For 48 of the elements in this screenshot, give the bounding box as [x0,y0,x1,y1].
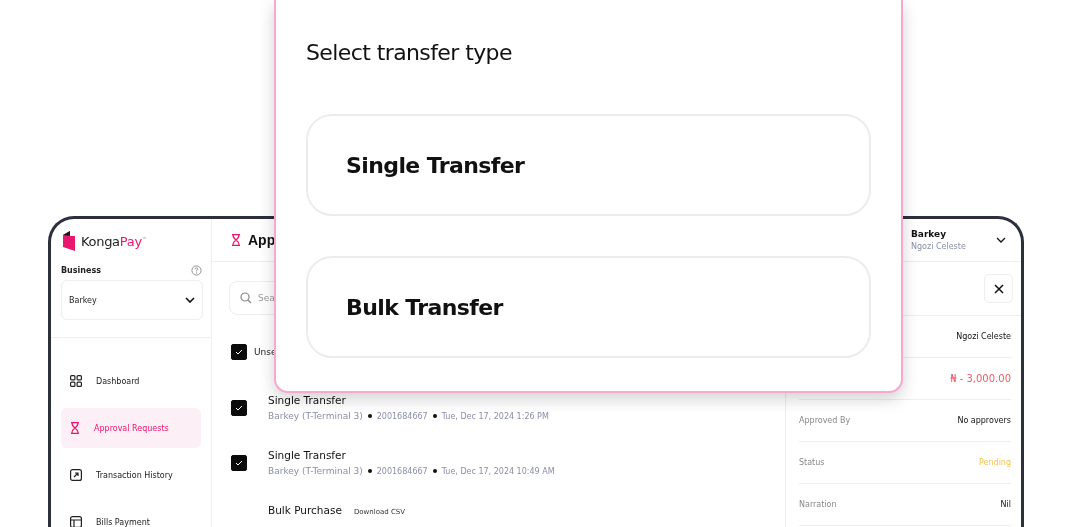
request-title: Single Transfer [268,394,346,406]
hourglass-icon [231,234,241,246]
request-time: Tue, Dec 17, 2024 1:26 PM [441,411,549,421]
nav-item[interactable]: Approval Requests [61,408,201,448]
request-time: Tue, Dec 17, 2024 10:49 AM [441,466,555,476]
detail-label: Approved By [799,416,851,425]
search-icon [240,292,252,304]
detail-value: ₦ - 3,000.00 [950,373,1011,384]
checkbox[interactable] [231,399,247,416]
account-number: 2001684667 [376,411,428,421]
business-label: Business [61,266,101,275]
grid-icon [70,375,82,387]
page-title: App [248,232,276,248]
account-name: Barkey (T-Terminal 3) [268,466,363,476]
layout-icon [70,516,82,527]
arrow-box-icon [70,469,82,481]
request-title: Bulk Purchase [268,504,342,516]
detail-value: Pending [979,458,1011,467]
chevron-icon [996,237,1006,243]
nav-item[interactable]: Dashboard [61,361,201,401]
user-name: Ngozi Celeste [911,242,966,251]
chevron-icon [185,297,195,303]
help-icon [191,265,202,276]
transfer-option[interactable]: Bulk Transfer [306,256,871,358]
account-number: 2001684667 [376,466,428,476]
detail-value: Nil [1000,500,1011,509]
check-icon [235,459,243,466]
checkbox[interactable] [231,344,247,360]
check-icon [235,404,243,411]
close-button[interactable] [984,274,1013,303]
account-name: Barkey (T-Terminal 3) [268,411,363,421]
transfer-option[interactable]: Single Transfer [306,114,871,216]
nav-item[interactable]: Bills Payment [61,502,201,527]
detail-value: Ngozi Celeste [956,332,1011,341]
logo-icon [61,231,77,251]
detail-value: No approvers [957,416,1011,425]
nav-item[interactable]: Transaction History [61,455,201,495]
checkbox[interactable] [231,454,247,471]
detail-label: Status [799,458,825,467]
detail-label: Narration [799,500,837,509]
logo-text: KongaPay$^{™}$ [81,233,147,249]
business-name: Barkey [911,229,948,239]
modal-title: Select transfer type [306,40,513,65]
check-icon [235,349,243,355]
close-icon [993,283,1004,294]
request-title: Single Transfer [268,449,346,461]
business-select[interactable]: Barkey [61,280,203,320]
hourglass-icon [70,422,80,434]
